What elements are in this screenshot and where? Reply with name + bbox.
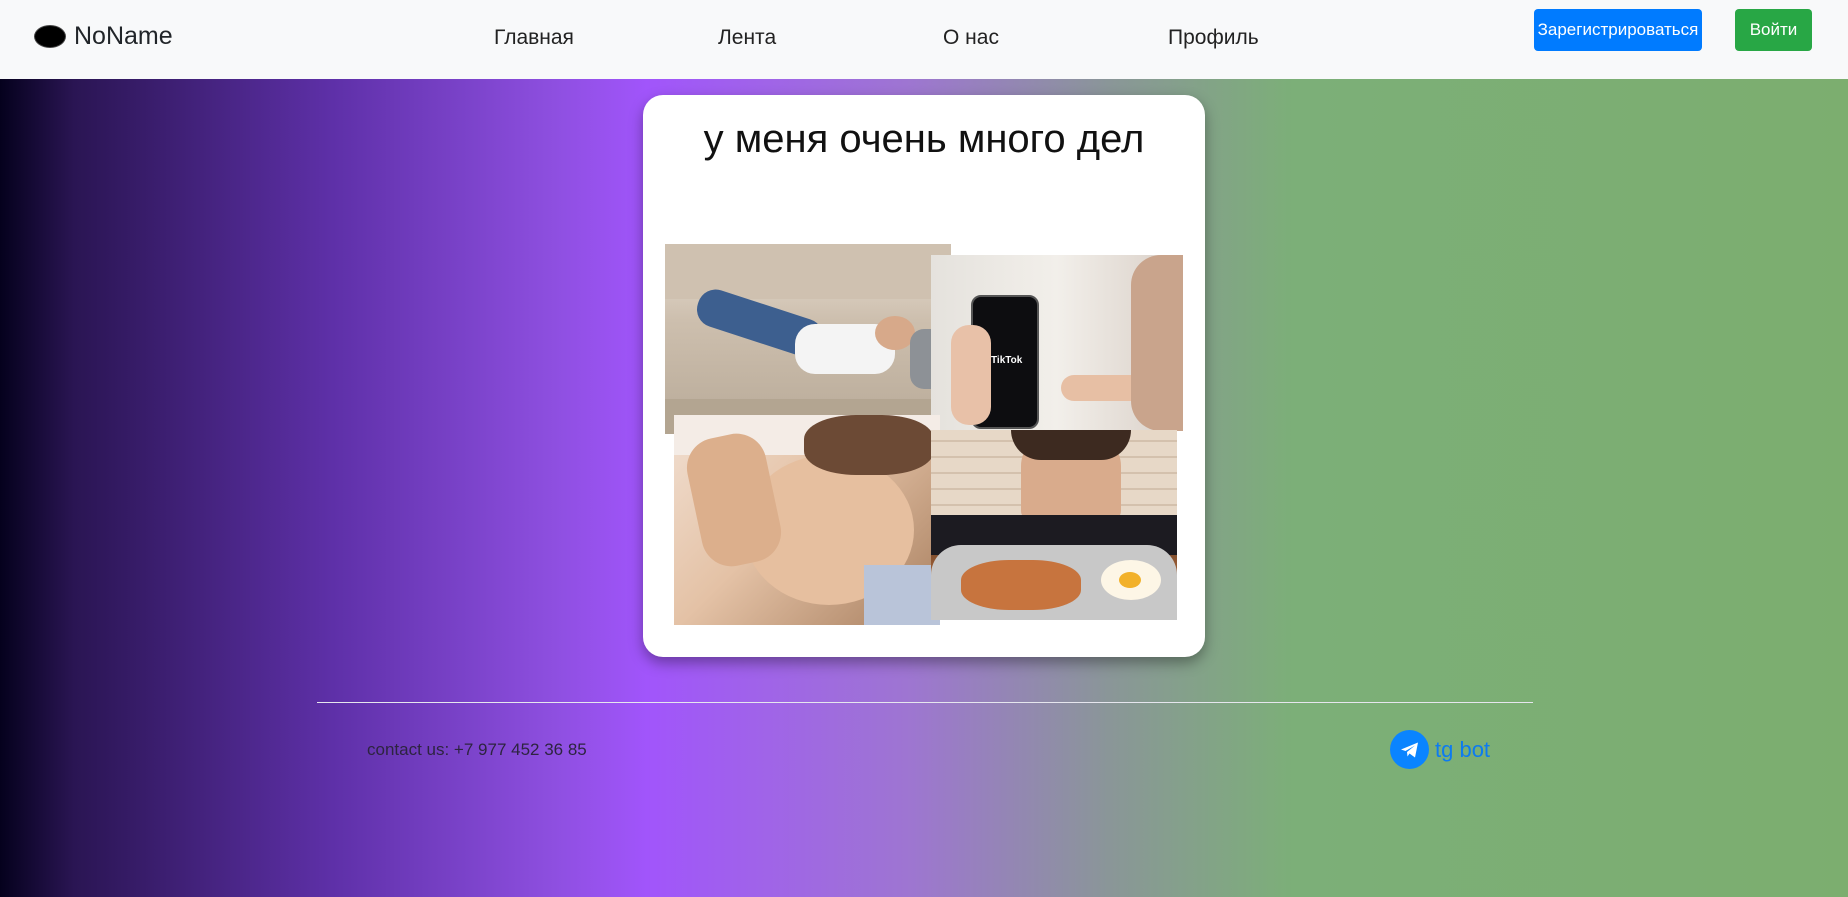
login-button[interactable]: Войти	[1735, 9, 1812, 51]
navbar: NoName Главная Лента О нас Профиль Зарег…	[0, 0, 1848, 79]
register-button[interactable]: Зарегистрироваться	[1534, 9, 1702, 51]
meme-caption: у меня очень много дел	[703, 117, 1145, 161]
brand-link[interactable]: NoName	[34, 22, 173, 51]
footer-divider	[317, 702, 1533, 703]
nav-link-about[interactable]: О нас	[943, 26, 999, 50]
tiktok-phone-photo: TikTok	[931, 255, 1183, 431]
nav-link-profile[interactable]: Профиль	[1168, 26, 1259, 50]
brand-logo-icon	[34, 25, 66, 48]
contact-text: contact us: +7 977 452 36 85	[367, 740, 587, 759]
nav-link-feed[interactable]: Лента	[718, 26, 776, 50]
headache-photo	[674, 415, 940, 625]
tg-bot-label[interactable]: tg bot	[1435, 737, 1490, 763]
nav-link-home[interactable]: Главная	[494, 26, 574, 50]
brand-name: NoName	[74, 22, 173, 50]
tg-bot-link[interactable]: tg bot	[1390, 730, 1490, 769]
food-photo	[931, 430, 1177, 620]
post-card: у меня очень много дел TikTok	[643, 95, 1205, 657]
tiktok-label: TikTok	[991, 355, 1023, 366]
couch-photo	[665, 244, 951, 434]
telegram-icon	[1390, 730, 1429, 769]
